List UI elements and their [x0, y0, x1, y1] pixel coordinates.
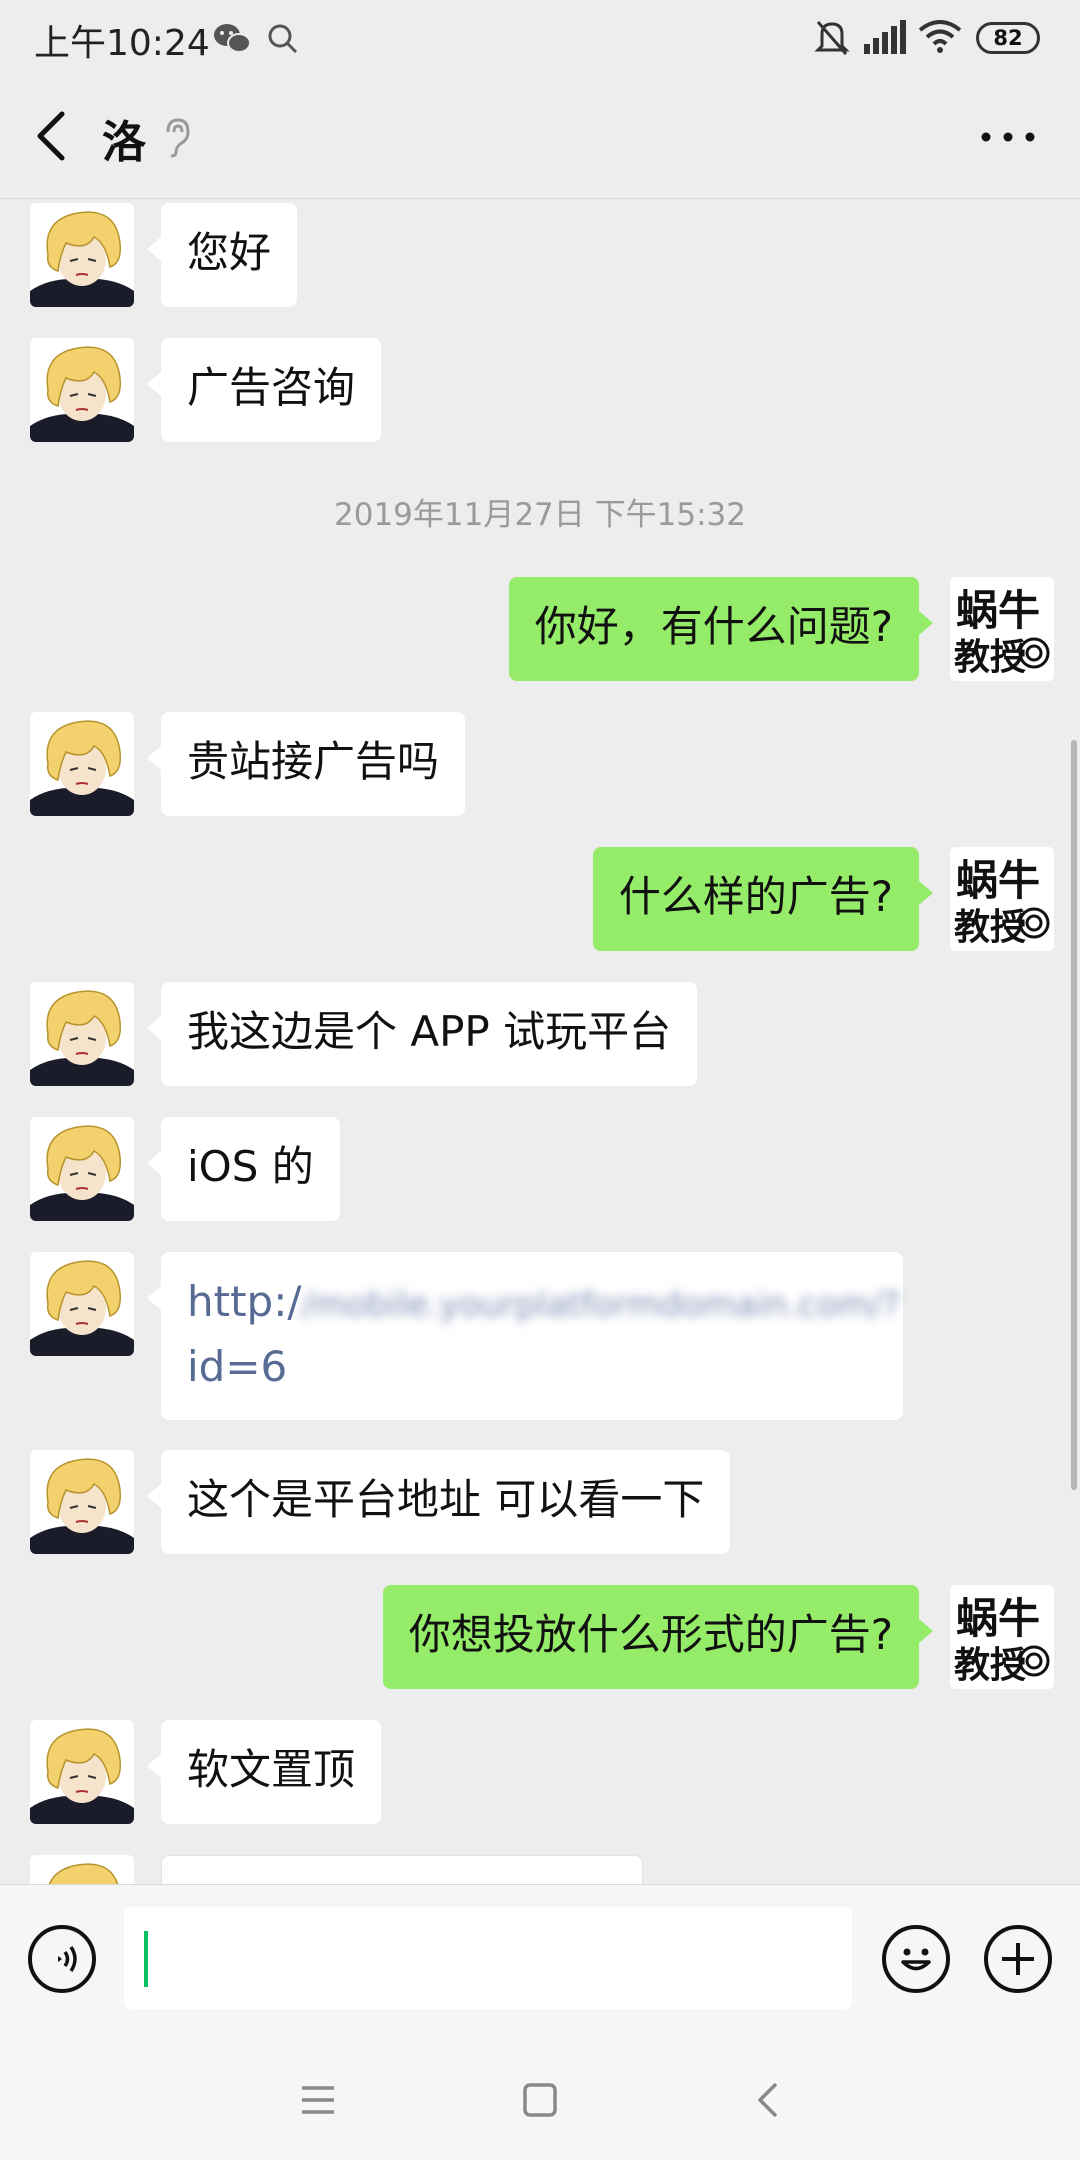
menu-icon[interactable] — [288, 2070, 348, 2130]
ear-icon — [166, 118, 190, 158]
message-bubble-incoming[interactable]: 软文置顶 — [146, 1720, 382, 1824]
message-bubble-incoming[interactable]: 贵站接广告吗 — [146, 712, 466, 816]
link-text[interactable]: http://mobile.yourplatformdomain.com/? id… — [187, 1277, 900, 1391]
emoji-icon[interactable] — [882, 1925, 950, 1993]
message-bubble-incoming[interactable]: 广告咨询 — [146, 338, 382, 442]
self-avatar[interactable] — [950, 577, 1054, 681]
status-time: 上午10:24 — [34, 23, 210, 64]
chevron-left-icon[interactable] — [26, 104, 78, 168]
message-list[interactable]: 您好 广告咨询 2019年11月27日 下午15:32 你好，有什么问题? 贵站… — [0, 199, 1080, 1884]
chat-title: 洛 — [102, 117, 146, 168]
contact-avatar[interactable] — [30, 1450, 134, 1554]
message-bubble-incoming[interactable]: iOS 的 — [147, 1117, 340, 1221]
search-icon — [268, 24, 298, 54]
self-avatar[interactable] — [950, 1585, 1054, 1689]
scrollbar[interactable] — [1071, 740, 1077, 1490]
plus-icon[interactable] — [984, 1925, 1052, 1993]
signal-icon — [864, 20, 906, 54]
message-bubble-outgoing[interactable]: 你想投放什么形式的广告? — [382, 1585, 934, 1689]
contact-avatar[interactable] — [30, 338, 134, 442]
message-timestamp: 2019年11月27日 下午15:32 — [334, 497, 746, 533]
bell-off-icon — [814, 21, 850, 55]
chat-header: 洛 — [0, 76, 1080, 199]
message-bubble-incoming[interactable] — [161, 1855, 643, 1884]
message-bubble-incoming[interactable]: 您好 — [146, 203, 298, 307]
wechat-icon — [214, 24, 251, 53]
blurred-url: /mobile.yourplatformdomain.com/? — [301, 1285, 901, 1325]
input-bar — [0, 1884, 1080, 2031]
battery-icon: 82 — [976, 22, 1040, 54]
contact-avatar[interactable] — [30, 712, 134, 816]
text-caret — [144, 1931, 148, 1987]
contact-avatar[interactable] — [30, 982, 134, 1086]
message-bubble-outgoing[interactable]: 你好，有什么问题? — [508, 577, 934, 681]
wifi-icon — [918, 20, 962, 53]
contact-avatar[interactable] — [30, 203, 134, 307]
contact-avatar[interactable] — [30, 1252, 134, 1356]
message-bubble-incoming[interactable]: 这个是平台地址 可以看一下 — [146, 1450, 731, 1554]
system-nav-bar — [0, 2030, 1080, 2160]
message-bubble-incoming[interactable]: 我这边是个 APP 试玩平台 — [146, 982, 698, 1086]
contact-avatar[interactable] — [30, 1720, 134, 1824]
status-bar: 上午10:24 82 — [0, 0, 1080, 76]
self-avatar[interactable] — [950, 847, 1054, 951]
message-bubble-outgoing[interactable]: 什么样的广告? — [592, 847, 934, 951]
message-bubble-link[interactable]: http://mobile.yourplatformdomain.com/? id… — [147, 1252, 903, 1420]
message-input[interactable] — [124, 1907, 852, 2009]
home-icon[interactable] — [510, 2070, 570, 2130]
back-icon[interactable] — [738, 2070, 798, 2130]
more-icon[interactable] — [976, 112, 1040, 162]
contact-avatar[interactable] — [30, 1117, 134, 1221]
contact-avatar[interactable] — [30, 1855, 134, 1884]
voice-icon[interactable] — [28, 1925, 96, 1993]
